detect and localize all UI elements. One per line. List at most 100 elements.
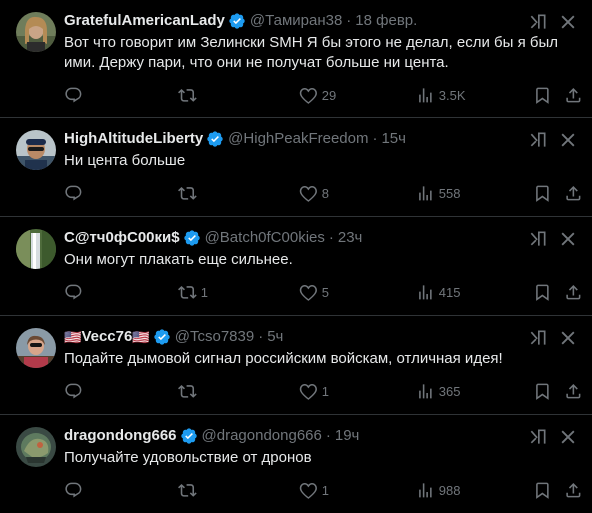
share-button[interactable] <box>564 381 583 401</box>
like-count: 29 <box>321 87 337 103</box>
us-flag-right: 🇺🇸 <box>132 329 150 345</box>
share-icon <box>566 383 581 399</box>
reply-feed: GratefulAmericanLady @Тамиран38 · 18 фев… <box>0 0 592 513</box>
bookmark-button[interactable] <box>533 480 552 500</box>
tweet-text: Ни цента больше <box>64 152 186 169</box>
bookmark-button[interactable] <box>533 183 552 203</box>
bookmark-button[interactable] <box>533 282 552 302</box>
bookmark-button[interactable] <box>533 381 552 401</box>
share-button[interactable] <box>564 480 583 500</box>
user-handle[interactable]: @Batch0fC00kies <box>205 228 325 248</box>
avatar[interactable] <box>16 229 56 269</box>
separator-dot: · <box>325 427 331 444</box>
like-button[interactable]: 1 <box>299 381 329 401</box>
retweet-button[interactable] <box>178 183 201 203</box>
share-icon <box>566 185 581 201</box>
user-handle[interactable]: @HighPeakFreedom <box>228 129 368 149</box>
share-button[interactable] <box>564 282 583 302</box>
views-button[interactable]: 558 <box>416 183 460 203</box>
timestamp[interactable]: 15ч <box>381 129 406 149</box>
timestamp[interactable]: 5ч <box>267 327 283 347</box>
reply-button[interactable] <box>64 480 87 500</box>
more-icon[interactable] <box>558 12 578 32</box>
reply-button[interactable] <box>64 183 87 203</box>
tweet-actions: 8 558 <box>64 171 581 215</box>
retweet-button[interactable] <box>178 85 201 105</box>
tweet[interactable]: HighAltitudeLiberty @HighPeakFreedom · 1… <box>0 118 592 217</box>
tweet-actions: 1 5 415 <box>64 270 581 314</box>
retweet-icon <box>178 186 197 200</box>
more-icon[interactable] <box>558 130 578 150</box>
retweet-button[interactable] <box>178 480 201 500</box>
grok-icon[interactable] <box>528 229 548 249</box>
bookmark-icon <box>536 383 549 400</box>
tweet-text: Получайте удовольствие от дронов <box>64 449 312 466</box>
retweet-icon <box>178 285 197 299</box>
share-icon <box>566 482 581 498</box>
views-count: 3.5K <box>438 87 466 103</box>
like-button[interactable]: 29 <box>299 85 336 105</box>
grok-icon[interactable] <box>528 130 548 150</box>
tweet-actions: 1 365 <box>64 369 581 413</box>
verified-badge-icon <box>180 428 197 444</box>
reply-icon <box>65 482 82 498</box>
views-icon <box>419 383 432 399</box>
reply-button[interactable] <box>64 85 87 105</box>
display-name[interactable]: GratefulAmericanLady <box>64 11 225 31</box>
verified-badge-icon <box>207 131 223 147</box>
tweet-text: Они могут плакать еще сильнее. <box>64 251 293 268</box>
like-icon <box>299 87 317 104</box>
display-name[interactable]: HighAltitudeLiberty <box>64 129 203 149</box>
timestamp[interactable]: 19ч <box>335 426 360 446</box>
separator-dot: · <box>328 229 334 246</box>
share-button[interactable] <box>564 85 583 105</box>
like-icon <box>299 284 317 301</box>
reply-icon <box>65 383 82 399</box>
retweet-button[interactable]: 1 <box>178 282 208 302</box>
views-count: 365 <box>438 383 461 399</box>
grok-icon[interactable] <box>528 328 548 348</box>
display-name[interactable]: dragondong666 <box>64 426 177 446</box>
views-button[interactable]: 3.5K <box>416 85 466 105</box>
user-handle[interactable]: @Тамиран38 <box>250 11 342 31</box>
views-button[interactable]: 365 <box>416 381 460 401</box>
user-handle[interactable]: @dragondong666 <box>202 426 322 446</box>
avatar[interactable] <box>16 130 56 170</box>
tweet[interactable]: GratefulAmericanLady @Тамиран38 · 18 фев… <box>0 0 592 118</box>
like-button[interactable]: 8 <box>299 183 329 203</box>
tweet-actions: 1 988 <box>64 468 581 512</box>
views-icon <box>419 482 432 498</box>
retweet-button[interactable] <box>178 381 201 401</box>
grok-icon[interactable] <box>528 12 548 32</box>
avatar[interactable] <box>16 427 56 467</box>
grok-icon[interactable] <box>528 427 548 447</box>
more-icon[interactable] <box>558 229 578 249</box>
timestamp[interactable]: 23ч <box>338 228 363 248</box>
bookmark-button[interactable] <box>533 85 552 105</box>
views-button[interactable]: 988 <box>416 480 460 500</box>
timestamp[interactable]: 18 февр. <box>355 11 417 31</box>
user-handle[interactable]: @Tcso7839 <box>175 327 254 347</box>
tweet[interactable]: 🇺🇸 Vecc76 🇺🇸 @Tcso7839 · 5ч Подайте дымо… <box>0 316 592 415</box>
tweet-header: GratefulAmericanLady @Тамиран38 · 18 фев… <box>64 11 576 31</box>
like-count: 5 <box>321 284 329 300</box>
reply-icon <box>65 284 82 300</box>
display-name[interactable]: Vecc76 <box>81 327 132 347</box>
reply-button[interactable] <box>64 381 87 401</box>
share-button[interactable] <box>564 183 583 203</box>
verified-badge-icon <box>229 13 245 29</box>
tweet[interactable]: C@тч0фC00ки$ @Batch0fC00kies · 23ч Они м… <box>0 217 592 316</box>
like-button[interactable]: 5 <box>299 282 329 302</box>
display-name[interactable]: C@тч0фC00ки$ <box>64 228 180 248</box>
reply-icon <box>65 185 82 201</box>
more-icon[interactable] <box>558 427 578 447</box>
like-button[interactable]: 1 <box>299 480 329 500</box>
avatar[interactable] <box>16 328 56 368</box>
tweet[interactable]: dragondong666 @dragondong666 · 19ч Получ… <box>0 415 592 513</box>
reply-button[interactable] <box>64 282 87 302</box>
retweet-count: 1 <box>200 284 208 300</box>
more-icon[interactable] <box>558 328 578 348</box>
views-button[interactable]: 415 <box>416 282 460 302</box>
avatar[interactable] <box>16 12 56 52</box>
retweet-icon <box>178 483 197 497</box>
